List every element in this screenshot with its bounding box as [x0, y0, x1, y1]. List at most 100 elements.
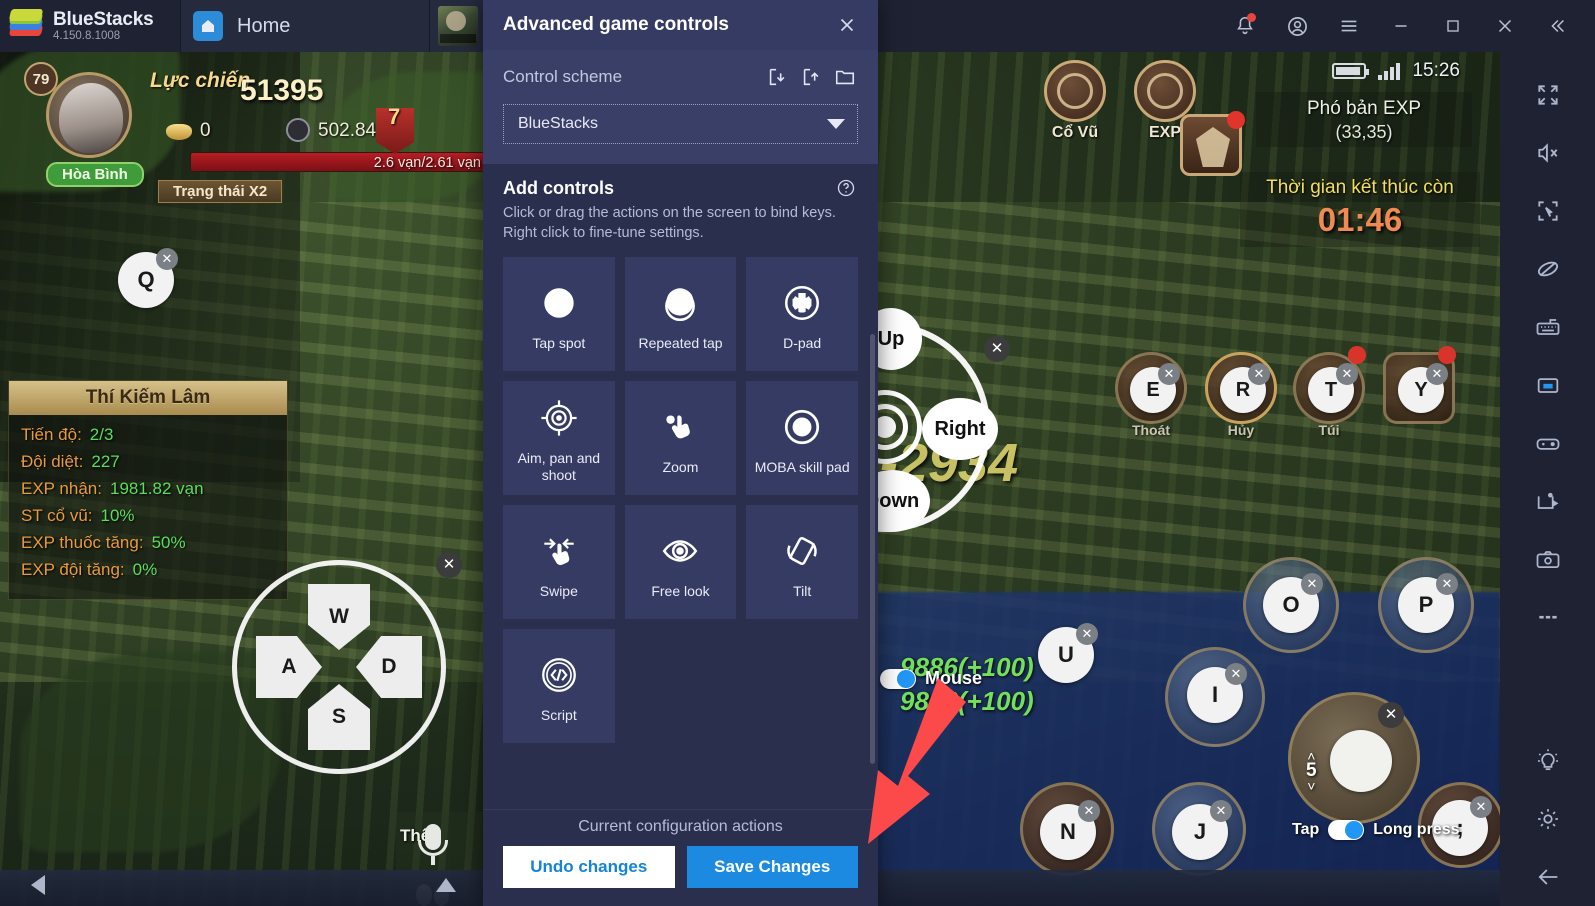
remove-keybind-icon[interactable]: ✕	[1470, 796, 1492, 818]
tap-longpress-toggle-row[interactable]: Tap Long press	[1292, 820, 1460, 840]
annotation-arrow	[838, 672, 978, 852]
remove-keybind-icon[interactable]: ✕	[1158, 363, 1180, 385]
remove-keybind-icon[interactable]: ✕	[1426, 363, 1448, 385]
tips-button[interactable]	[1500, 732, 1595, 790]
menu-button[interactable]	[1325, 1, 1373, 51]
vip-number: 7	[388, 104, 401, 129]
undo-changes-button[interactable]: Undo changes	[503, 846, 675, 888]
nav-home-icon[interactable]	[436, 878, 458, 898]
buff-button-exp[interactable]	[1134, 60, 1196, 122]
tablet-mode-button[interactable]	[1500, 356, 1595, 414]
rotate-button[interactable]	[1500, 240, 1595, 298]
back-button[interactable]	[1500, 848, 1595, 906]
main-attack-keycap[interactable]	[1330, 730, 1392, 792]
control-tile-label: D-pad	[783, 334, 822, 351]
peace-mode-badge[interactable]: Hòa Bình	[46, 162, 144, 187]
tab-game[interactable]	[430, 0, 486, 52]
mute-button[interactable]	[1500, 124, 1595, 182]
dpad-overlay[interactable]: W A S D ✕	[232, 552, 462, 774]
battery-icon	[1332, 63, 1370, 79]
quest-key: EXP nhận:	[21, 479, 102, 498]
collapse-button[interactable]	[1533, 1, 1581, 51]
remove-keybind-icon[interactable]: ✕	[1301, 573, 1323, 595]
keybind-u[interactable]: U ✕	[1038, 623, 1098, 683]
remove-keybind-icon[interactable]: ✕	[1210, 800, 1232, 822]
maximize-button[interactable]	[1429, 1, 1477, 51]
remove-dpad-icon[interactable]: ✕	[436, 552, 462, 578]
remove-main-attack-icon[interactable]: ✕	[1378, 702, 1404, 728]
help-circle-icon[interactable]	[836, 178, 858, 200]
combat-power-value: 51395	[240, 74, 324, 107]
control-tile-dpad[interactable]: D-pad	[746, 257, 858, 371]
remove-keybind-icon[interactable]: ✕	[1336, 363, 1358, 385]
stepper-down-icon[interactable]: ˅	[1307, 779, 1315, 793]
keybind-e[interactable]: E ✕	[1130, 363, 1180, 413]
keybind-label: J	[1193, 819, 1207, 844]
keybind-o[interactable]: O ✕	[1263, 573, 1323, 633]
more-button[interactable]	[1500, 588, 1595, 646]
item-quick-button[interactable]	[1180, 111, 1245, 176]
buff-button-cheer[interactable]	[1044, 60, 1106, 122]
export-icon[interactable]	[798, 64, 824, 90]
account-button[interactable]	[1273, 1, 1321, 51]
remove-keybind-icon[interactable]: ✕	[1225, 663, 1247, 685]
keybind-p[interactable]: P ✕	[1398, 573, 1458, 633]
microphone-icon[interactable]	[418, 824, 448, 866]
dialog-footer: Current configuration actions Undo chang…	[483, 809, 878, 906]
remove-keybind-icon[interactable]: ✕	[1248, 363, 1270, 385]
quest-row: EXP thuốc tăng: 50%	[21, 533, 275, 553]
screenshot-button[interactable]	[1500, 530, 1595, 588]
macro-recorder-button[interactable]	[1500, 472, 1595, 530]
quest-row: Đội diệt: 227	[21, 452, 275, 472]
screen-capture-region-button[interactable]	[1500, 182, 1595, 240]
remove-keybind-icon[interactable]: ✕	[1078, 800, 1100, 822]
keybind-label: N	[1060, 819, 1076, 844]
keybind-y[interactable]: Y ✕	[1398, 363, 1448, 413]
avatar[interactable]	[46, 72, 132, 158]
keybind-n[interactable]: N ✕	[1040, 800, 1100, 860]
remove-keybind-icon[interactable]: ✕	[1076, 623, 1098, 645]
control-tile-moba-skill-pad[interactable]: MOBA skill pad	[746, 381, 858, 495]
dialog-close-button[interactable]	[832, 10, 862, 40]
cheer-buff-icon	[1057, 73, 1093, 109]
control-tile-swipe[interactable]: Swipe	[503, 505, 615, 619]
long-press-count-stepper[interactable]: ˄ 5 ˅	[1306, 749, 1317, 793]
import-icon[interactable]	[764, 64, 790, 90]
settings-button[interactable]	[1500, 790, 1595, 848]
quest-value: 1981.82 vạn	[109, 479, 204, 498]
gamepad-button[interactable]	[1500, 414, 1595, 472]
close-button[interactable]	[1481, 1, 1529, 51]
minimize-button[interactable]	[1377, 1, 1425, 51]
keybind-j[interactable]: J ✕	[1172, 800, 1232, 860]
keybind-t[interactable]: T ✕	[1308, 363, 1358, 413]
fullscreen-button[interactable]	[1500, 66, 1595, 124]
brand-name: BlueStacks	[53, 8, 154, 30]
notifications-button[interactable]	[1221, 1, 1269, 51]
free-look-eye-icon	[659, 525, 701, 577]
keyboard-controls-button[interactable]	[1500, 298, 1595, 356]
tab-home[interactable]: Home	[180, 0, 430, 52]
control-tile-tilt[interactable]: Tilt	[746, 505, 858, 619]
folder-icon[interactable]	[832, 64, 858, 90]
remove-keybind-icon[interactable]: ✕	[1436, 573, 1458, 595]
diamond-icon	[286, 118, 310, 142]
control-tile-aim-pan-shoot[interactable]: Aim, pan and shoot	[503, 381, 615, 495]
remove-free-look-icon[interactable]: ✕	[984, 336, 1010, 362]
control-tile-tap-spot[interactable]: Tap spot	[503, 257, 615, 371]
keybind-r[interactable]: R ✕	[1220, 363, 1270, 413]
remove-keybind-icon[interactable]: ✕	[156, 248, 178, 270]
tap-longpress-toggle[interactable]	[1328, 820, 1365, 840]
control-tile-script[interactable]: Script	[503, 629, 615, 743]
control-tile-zoom[interactable]: Zoom	[624, 381, 737, 495]
control-tile-free-look[interactable]: Free look	[624, 505, 737, 619]
keybind-label: E	[1146, 378, 1160, 401]
save-changes-button[interactable]: Save Changes	[686, 846, 858, 888]
control-tile-repeated-tap[interactable]: Repeated tap	[624, 257, 737, 371]
free-look-right[interactable]: Right	[922, 398, 998, 460]
keybind-q[interactable]: Q ✕	[118, 248, 178, 308]
keybind-i[interactable]: I ✕	[1187, 663, 1247, 723]
combat-power-label: Lực chiến	[150, 69, 251, 92]
add-controls-header: Add controls Click or drag the actions o…	[483, 164, 878, 243]
nav-back-icon[interactable]	[28, 875, 50, 898]
control-scheme-dropdown[interactable]: BlueStacks	[503, 104, 858, 144]
